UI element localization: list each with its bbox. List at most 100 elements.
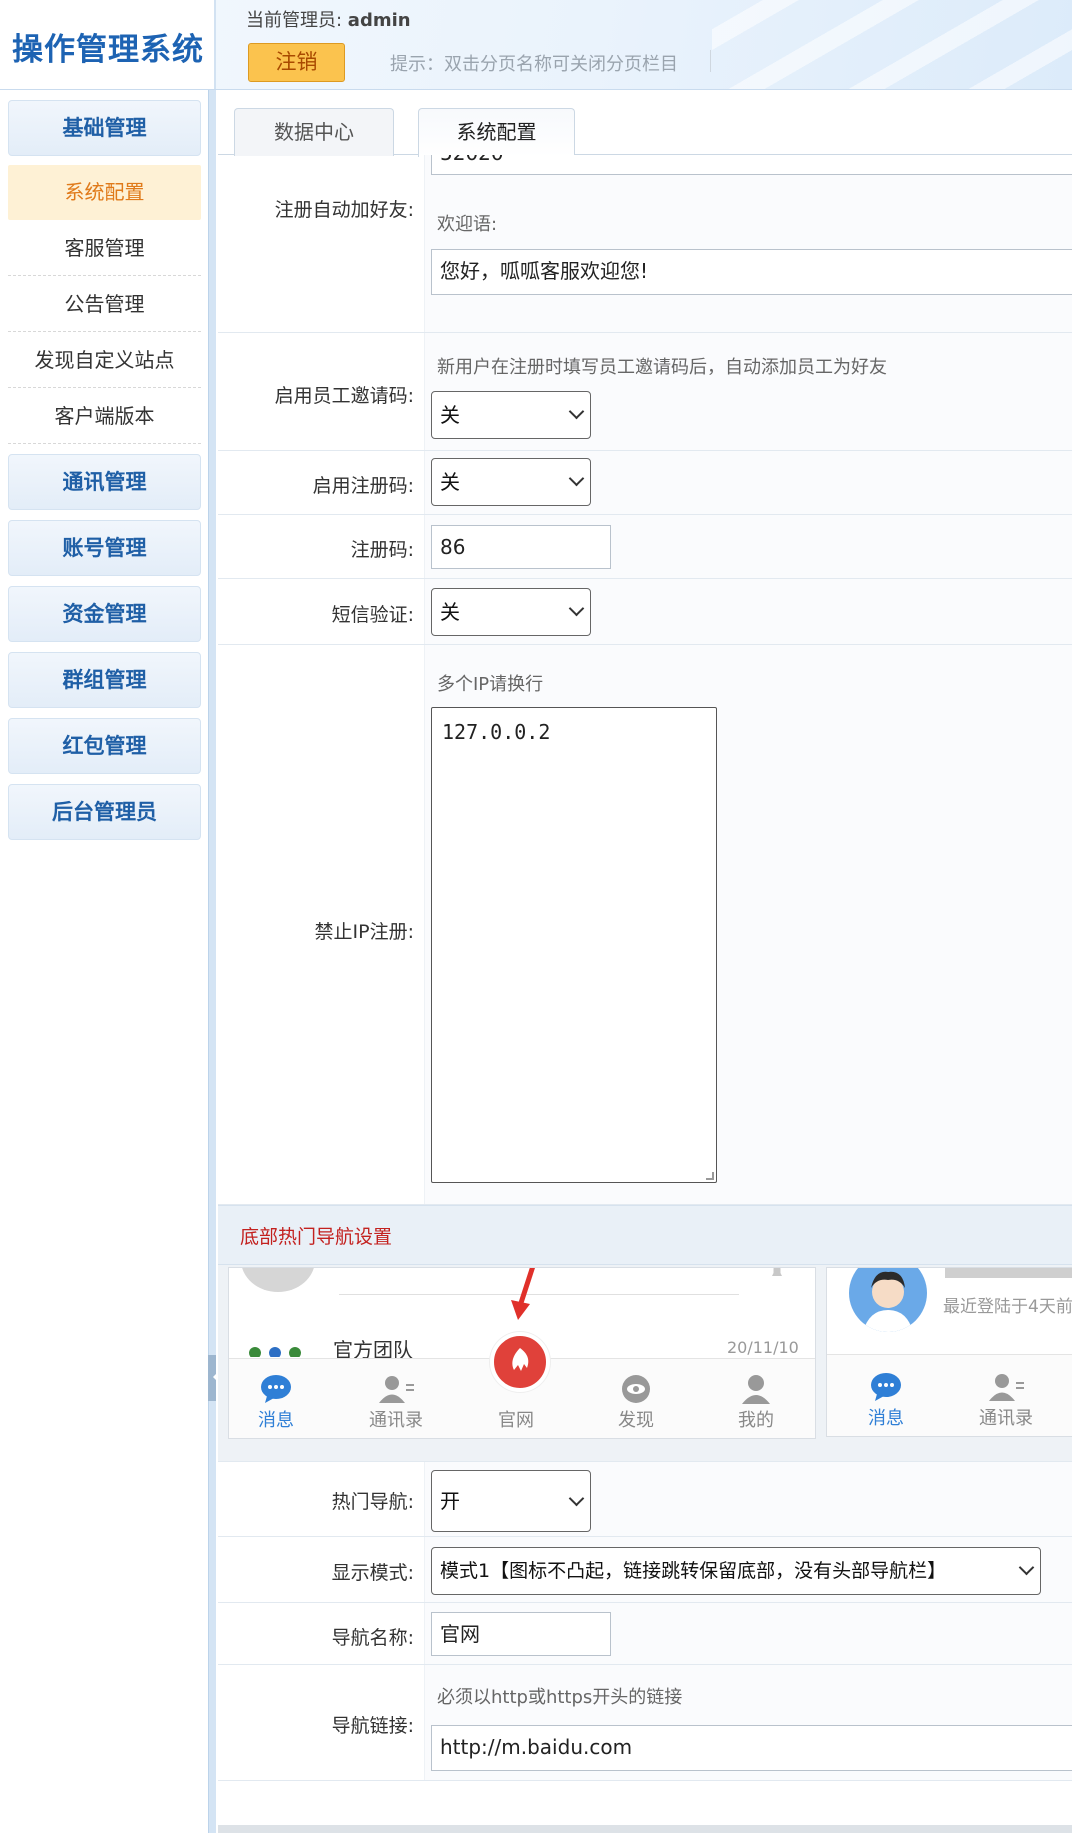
- display-mode-select[interactable]: 模式1【图标不凸起，链接跳转保留底部，没有头部导航栏】: [431, 1547, 1041, 1595]
- sidebar-item-system-config[interactable]: 系统配置: [8, 165, 201, 220]
- nav-name-label: 导航名称:: [331, 1627, 414, 1649]
- display-mode-label: 显示模式:: [331, 1562, 414, 1584]
- row-auto-friend: 注册自动加好友: 52020 欢迎语: 您好，呱呱客服欢迎您!: [218, 155, 1072, 333]
- welcome-message-input[interactable]: 您好，呱呱客服欢迎您!: [431, 249, 1072, 295]
- app-logo: 操作管理系统: [12, 32, 204, 68]
- header-tip: 提示：双击分页名称可关闭分页栏目: [390, 54, 678, 75]
- preview-phone-left: 官方团队 20/11/10 消息 通讯录 官网 发现 我的: [228, 1267, 816, 1439]
- logo-area: 操作管理系统: [0, 0, 216, 89]
- tab-bar: 数据中心 系统配置: [218, 90, 1072, 157]
- preview-phone-right: 最近登陆于4天前 消息 通讯录: [826, 1267, 1072, 1437]
- reg-code-label: 注册码:: [350, 539, 414, 561]
- preview-user-avatar: [849, 1268, 927, 1332]
- page-scroll-track[interactable]: [218, 1825, 1072, 1833]
- preview-tab-website-label: 官网: [498, 1410, 534, 1431]
- sms-verify-value: 关: [440, 600, 460, 624]
- sidebar-group-communication[interactable]: 通讯管理: [8, 454, 201, 510]
- display-mode-cell: 模式1【图标不凸起，链接跳转保留底部，没有头部导航栏】: [424, 1537, 1072, 1602]
- sidebar-group-red-packets[interactable]: 红包管理: [8, 718, 201, 774]
- sidebar-item-client-version[interactable]: 客户端版本: [8, 389, 201, 444]
- chevron-down-icon: [568, 470, 585, 487]
- top-header: 操作管理系统 当前管理员: admin 注销 提示：双击分页名称可关闭分页栏目: [0, 0, 1072, 90]
- sidebar-group-groups[interactable]: 群组管理: [8, 652, 201, 708]
- sms-verify-select[interactable]: 关: [431, 588, 591, 636]
- config-form: 注册自动加好友: 52020 欢迎语: 您好，呱呱客服欢迎您! 启用员工邀请码:…: [218, 155, 1072, 1833]
- ban-ip-hint: 多个IP请换行: [437, 674, 544, 695]
- sidebar-splitter[interactable]: [208, 90, 216, 1833]
- admin-username: admin: [347, 10, 411, 31]
- row-display-mode: 显示模式: 模式1【图标不凸起，链接跳转保留底部，没有头部导航栏】: [218, 1537, 1072, 1603]
- reg-code-enable-cell: 关: [424, 451, 1072, 514]
- nav-link-cell: 必须以http或https开头的链接 http://m.baidu.com: [424, 1665, 1072, 1780]
- ban-ip-value: 127.0.0.2: [442, 720, 551, 744]
- preview-tab-website: 官网: [471, 1406, 561, 1432]
- sidebar-group-accounts[interactable]: 账号管理: [8, 520, 201, 576]
- sidebar-item-announcements[interactable]: 公告管理: [8, 277, 201, 332]
- logout-button[interactable]: 注销: [248, 43, 345, 82]
- reg-code-enable-select[interactable]: 关: [431, 458, 591, 506]
- ban-ip-textarea[interactable]: 127.0.0.2: [431, 707, 717, 1183]
- preview-tab-me-label: 我的: [738, 1410, 774, 1431]
- sidebar: 基础管理 系统配置 客服管理 公告管理 发现自定义站点 客户端版本 通讯管理 账…: [0, 90, 208, 1833]
- sidebar-group-basic[interactable]: 基础管理: [8, 100, 201, 156]
- sidebar-item-discover-sites[interactable]: 发现自定义站点: [8, 333, 201, 388]
- chat-bubble-icon: [261, 1375, 291, 1403]
- preview-username-fragment: [945, 1268, 1072, 1278]
- reg-code-input[interactable]: 86: [431, 525, 611, 569]
- row-nav-link: 导航链接: 必须以http或https开头的链接 http://m.baidu.…: [218, 1665, 1072, 1781]
- preview-tab-contacts-label: 通讯录: [369, 1410, 423, 1431]
- tab-data-center[interactable]: 数据中心: [234, 108, 394, 156]
- reg-code-enable-label: 启用注册码:: [312, 475, 414, 497]
- sidebar-group-funds[interactable]: 资金管理: [8, 586, 201, 642]
- preview-right-tab-contacts: 通讯录: [961, 1372, 1051, 1430]
- preview-tab-discover: 发现: [591, 1374, 681, 1432]
- current-admin-label: 当前管理员:: [246, 10, 348, 31]
- row-invite-code: 启用员工邀请码: 新用户在注册时填写员工邀请码后，自动添加员工为好友 关: [218, 333, 1072, 451]
- resize-grip-icon[interactable]: [706, 1172, 714, 1180]
- sidebar-collapse-handle[interactable]: [208, 1355, 217, 1401]
- row-ban-ip: 禁止IP注册: 多个IP请换行 127.0.0.2: [218, 645, 1072, 1205]
- hot-nav-cell: 开: [424, 1462, 1072, 1536]
- auto-friend-cell: 52020 欢迎语: 您好，呱呱客服欢迎您!: [424, 155, 1072, 332]
- chevron-down-icon: [1018, 1559, 1035, 1576]
- header-divider: [710, 50, 711, 72]
- preview-tab-messages: 消息: [231, 1374, 321, 1432]
- preview-bottom-nav-right: 消息 通讯录: [827, 1354, 1072, 1436]
- user-icon: [742, 1375, 770, 1404]
- nav-name-input[interactable]: 官网: [431, 1612, 611, 1656]
- preview-right-tab-messages: 消息: [841, 1372, 931, 1430]
- preview-team-date: 20/11/10: [727, 1338, 799, 1357]
- sms-verify-cell: 关: [424, 579, 1072, 644]
- nav-link-input[interactable]: http://m.baidu.com: [431, 1725, 1072, 1771]
- nav-preview-strip: 官方团队 20/11/10 消息 通讯录 官网 发现 我的 最近登陆于4天前 消…: [218, 1265, 1072, 1461]
- row-sms-verify: 短信验证: 关: [218, 579, 1072, 645]
- sidebar-group-admins[interactable]: 后台管理员: [8, 784, 201, 840]
- invite-code-cell: 新用户在注册时填写员工邀请码后，自动添加员工为好友 关: [424, 333, 1072, 450]
- team-avatar-icon: [245, 1342, 305, 1359]
- reg-code-enable-value: 关: [440, 470, 460, 494]
- contacts-icon: [379, 1376, 414, 1403]
- display-mode-value: 模式1【图标不凸起，链接跳转保留底部，没有头部导航栏】: [440, 1560, 947, 1582]
- nav-name-cell: 官网: [424, 1603, 1072, 1664]
- auto-friend-id-input[interactable]: 52020: [431, 155, 1072, 175]
- invite-code-select[interactable]: 关: [431, 391, 591, 439]
- chat-bubble-icon: [871, 1373, 901, 1401]
- preview-divider: [339, 1294, 739, 1295]
- reg-code-cell: 86: [424, 515, 1072, 578]
- nav-link-label: 导航链接:: [331, 1715, 414, 1737]
- invite-code-value: 关: [440, 403, 460, 427]
- row-nav-name: 导航名称: 官网: [218, 1603, 1072, 1665]
- tab-system-config[interactable]: 系统配置: [418, 108, 575, 157]
- hot-nav-select[interactable]: 开: [431, 1470, 591, 1532]
- preview-tab-messages-label: 消息: [258, 1410, 294, 1431]
- red-arrow-icon: [506, 1268, 536, 1322]
- sidebar-item-customer-service[interactable]: 客服管理: [8, 221, 201, 276]
- nav-link-hint: 必须以http或https开头的链接: [437, 1687, 683, 1708]
- auto-friend-label: 注册自动加好友:: [274, 199, 414, 221]
- invite-code-label: 启用员工邀请码:: [274, 385, 414, 407]
- preview-tab-me: 我的: [711, 1374, 801, 1432]
- preview-right-tab-messages-label: 消息: [868, 1408, 904, 1429]
- header-decoration: [712, 0, 1072, 89]
- welcome-label: 欢迎语:: [437, 214, 498, 235]
- current-admin: 当前管理员: admin: [246, 6, 411, 32]
